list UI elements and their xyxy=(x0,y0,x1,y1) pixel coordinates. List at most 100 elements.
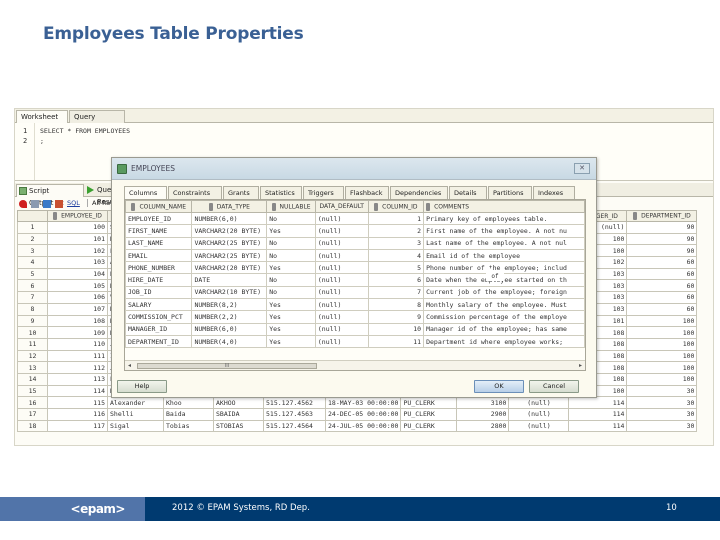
cell-job[interactable]: PU_CLERK xyxy=(400,396,458,409)
cell-nullable[interactable]: Yes xyxy=(266,224,316,238)
cell-n[interactable]: 18 xyxy=(17,419,48,433)
cell-n[interactable]: 6 xyxy=(17,279,48,293)
table-row[interactable]: EMAIL VARCHAR2(25 BYTE) No (null) 4 Email id … xyxy=(125,248,585,263)
cell-mgr[interactable]: 114 xyxy=(568,419,628,433)
cell-name[interactable]: JOB_ID xyxy=(125,285,193,300)
cell-id[interactable]: 101 xyxy=(47,232,108,246)
cell-type[interactable]: NUMBER(6,0) xyxy=(191,211,268,226)
cell-type[interactable]: NUMBER(2,2) xyxy=(191,310,268,324)
cell-type[interactable]: VARCHAR2(20 BYTE) xyxy=(191,224,268,238)
cell-name[interactable]: COMMISSION_PCT xyxy=(125,310,193,324)
column-header[interactable]: COMMENTS xyxy=(423,200,585,213)
horizontal-scrollbar[interactable]: ◂ III ▸ xyxy=(125,360,585,370)
cell-id[interactable]: 11 xyxy=(367,334,425,349)
table-row[interactable]: LAST_NAME VARCHAR2(25 BYTE) No (null) 3 Last … xyxy=(125,236,585,250)
cell-job[interactable]: PU_CLERK xyxy=(400,408,458,421)
scroll-right-icon[interactable]: ▸ xyxy=(579,362,582,369)
table-row[interactable]: MANAGER_ID NUMBER(6,0) Yes (null) 10 Manager … xyxy=(125,322,585,336)
cell-name[interactable]: DEPARTMENT_ID xyxy=(125,334,193,349)
cell-default[interactable]: (null) xyxy=(314,310,369,324)
cell-comment[interactable]: Email id of the employee xyxy=(423,248,585,263)
cell-mgr[interactable]: 114 xyxy=(568,396,628,409)
print-icon[interactable] xyxy=(31,200,39,208)
cell-hire[interactable]: 24-DEC-05 00:00:00 xyxy=(324,408,402,421)
cell-comment[interactable]: Department id where employee works; xyxy=(423,334,585,349)
cell-last[interactable]: Baida xyxy=(163,408,214,421)
cell-type[interactable]: VARCHAR2(20 BYTE) xyxy=(191,261,268,275)
cell-type[interactable]: VARCHAR2(25 BYTE) xyxy=(191,248,268,263)
cell-id[interactable]: 10 xyxy=(367,322,425,336)
cell-nullable[interactable]: No xyxy=(266,273,316,287)
cell-mgr[interactable]: 114 xyxy=(568,408,628,421)
cell-nullable[interactable]: No xyxy=(266,236,316,250)
cell-comment[interactable]: Date when the employee started on th xyxy=(423,273,585,287)
cancel-button[interactable]: Cancel xyxy=(529,380,579,393)
table-row[interactable]: FIRST_NAME VARCHAR2(20 BYTE) Yes (null) 2 Fir… xyxy=(125,224,585,238)
tab-dependencies[interactable]: Dependencies xyxy=(390,186,448,199)
table-row[interactable]: 18 117 Sigal Tobias STOBIAS 515.127.4564 24-JU… xyxy=(17,419,698,433)
cell-name[interactable]: MANAGER_ID xyxy=(125,322,193,336)
cell-name[interactable]: EMPLOYEE_ID xyxy=(125,211,193,226)
tab-grants[interactable]: Grants xyxy=(223,186,259,199)
scroll-left-icon[interactable]: ◂ xyxy=(128,362,131,369)
cell-dept[interactable]: 100 xyxy=(626,314,698,328)
cell-n[interactable]: 10 xyxy=(17,326,48,339)
column-header[interactable]: COLUMN_NAME xyxy=(125,200,193,213)
cell-dept[interactable]: 90 xyxy=(626,221,698,234)
cell-phone[interactable]: 515.127.4562 xyxy=(263,396,326,409)
table-row[interactable]: JOB_ID VARCHAR2(10 BYTE) No (null) 7 Current … xyxy=(125,285,585,300)
cell-comm[interactable]: (null) xyxy=(508,396,570,409)
cell-dept[interactable]: 30 xyxy=(626,384,698,398)
cell-dept[interactable]: 90 xyxy=(626,244,698,258)
table-row[interactable]: DEPARTMENT_ID NUMBER(4,0) Yes (null) 11 Depar… xyxy=(125,334,585,349)
refresh-icon[interactable] xyxy=(43,200,51,208)
tab-query-builder[interactable]: Query Builder xyxy=(69,110,125,133)
cell-type[interactable]: NUMBER(4,0) xyxy=(191,334,268,349)
cell-name[interactable]: FIRST_NAME xyxy=(125,224,193,238)
cell-n[interactable]: 3 xyxy=(17,244,48,258)
cell-type[interactable]: NUMBER(8,2) xyxy=(191,298,268,312)
cell-email[interactable]: STOBIAS xyxy=(213,419,264,433)
scrollbar-thumb[interactable]: III xyxy=(137,363,317,369)
cell-comm[interactable]: (null) xyxy=(508,419,570,433)
cell-n[interactable]: 2 xyxy=(17,232,48,246)
tab-details[interactable]: Details xyxy=(449,186,487,199)
cell-name[interactable]: PHONE_NUMBER xyxy=(125,261,193,275)
cell-n[interactable]: 17 xyxy=(17,408,48,421)
cell-dept[interactable]: 60 xyxy=(626,267,698,281)
cell-nullable[interactable]: Yes xyxy=(266,322,316,336)
cell-id[interactable]: 2 xyxy=(367,224,425,238)
cell-id[interactable]: 8 xyxy=(367,298,425,312)
cell-hire[interactable]: 24-JUL-05 00:00:00 xyxy=(324,419,402,433)
cell-id[interactable]: 3 xyxy=(367,236,425,250)
cell-comment[interactable]: Monthly salary of the employee. Must xyxy=(423,298,585,312)
cell-sal[interactable]: 2800 xyxy=(456,419,510,433)
export-icon[interactable] xyxy=(55,200,63,208)
cell-n[interactable]: 5 xyxy=(17,267,48,281)
table-row[interactable]: 16 115 Alexander Khoo AKHOO 515.127.4562 18-MA… xyxy=(17,396,698,409)
cell-default[interactable]: (null) xyxy=(314,273,369,287)
cell-id[interactable]: 114 xyxy=(47,384,108,398)
cell-id[interactable]: 111 xyxy=(47,349,108,363)
cell-nullable[interactable]: No xyxy=(266,211,316,226)
cell-default[interactable]: (null) xyxy=(314,248,369,263)
dialog-title-bar[interactable]: EMPLOYEES ✕ xyxy=(112,158,596,180)
cell-comm[interactable]: (null) xyxy=(508,408,570,421)
cell-type[interactable]: VARCHAR2(10 BYTE) xyxy=(191,285,268,300)
code-line[interactable]: ; xyxy=(40,137,44,145)
cell-comment[interactable]: Commission percentage of the employe xyxy=(423,310,585,324)
cell-comment[interactable]: Primary key of employees table. xyxy=(423,211,585,226)
cell-name[interactable]: LAST_NAME xyxy=(125,236,193,250)
cell-dept[interactable]: 100 xyxy=(626,372,698,386)
cell-sal[interactable]: 2900 xyxy=(456,408,510,421)
cell-dept[interactable]: 30 xyxy=(626,419,698,433)
cell-first[interactable]: Shelli xyxy=(107,408,164,421)
cell-default[interactable]: (null) xyxy=(314,298,369,312)
cell-dept[interactable]: 100 xyxy=(626,337,698,351)
cell-nullable[interactable]: Yes xyxy=(266,310,316,324)
tab-constraints[interactable]: Constraints xyxy=(168,186,222,199)
cell-id[interactable]: 9 xyxy=(367,310,425,324)
table-row[interactable]: EMPLOYEE_ID NUMBER(6,0) No (null) 1 Primary k… xyxy=(125,211,585,226)
cell-n[interactable]: 13 xyxy=(17,361,48,374)
cell-default[interactable]: (null) xyxy=(314,322,369,336)
